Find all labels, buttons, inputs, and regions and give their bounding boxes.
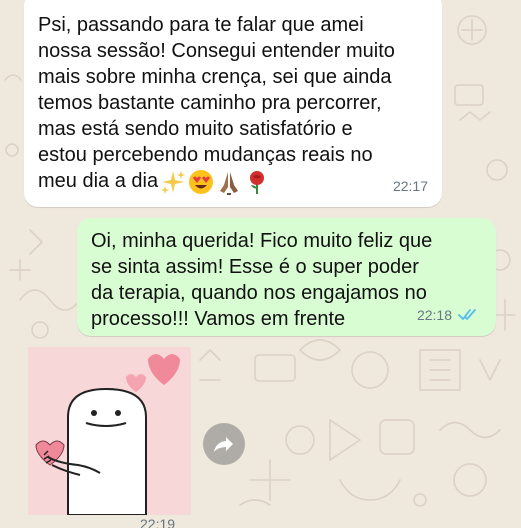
message-meta: 22:18 [417,302,478,328]
heart-eyes-icon [189,169,214,194]
double-check-icon [458,309,476,320]
message-timestamp: 22:17 [392,178,428,194]
rose-icon [250,170,265,194]
praying-hands-icon [220,171,239,195]
outgoing-message-line: se sinta assim! Esse é o super poder [91,256,419,278]
forward-icon [214,437,233,452]
outgoing-message-bubble[interactable]: Oi, minha querida! Fico muito feliz que … [77,218,496,336]
incoming-message-bubble[interactable]: Psi, passando para te falar que amei nos… [24,0,442,207]
forward-button[interactable] [203,423,245,465]
incoming-message-line: mas está sendo muito satisfatório e [38,118,353,140]
outgoing-message-line: Oi, minha querida! Fico muito feliz que [91,230,433,252]
incoming-message-line: mais sobre minha crença, sei que ainda [38,66,392,88]
incoming-message-last-line: meu dia a dia [38,168,424,195]
sticker-message[interactable] [28,347,191,515]
incoming-message-line: Psi, passando para te falar que amei [38,14,364,36]
incoming-message-line: meu dia a dia [38,170,159,192]
chat-background: Psi, passando para te falar que amei nos… [0,0,521,528]
message-timestamp: 22:19 [140,516,176,528]
message-timestamp: 22:18 [416,307,452,323]
incoming-message-line: temos bastante caminho pra percorrer, [38,92,382,114]
sparkles-icon [161,170,186,194]
incoming-message-line: nossa sessão! Consegui entender muito [38,40,395,62]
flork-holding-heart-sticker [35,354,180,515]
emoji-row [160,169,270,195]
incoming-message-line: estou percebendo mudanças reais no [38,144,373,166]
